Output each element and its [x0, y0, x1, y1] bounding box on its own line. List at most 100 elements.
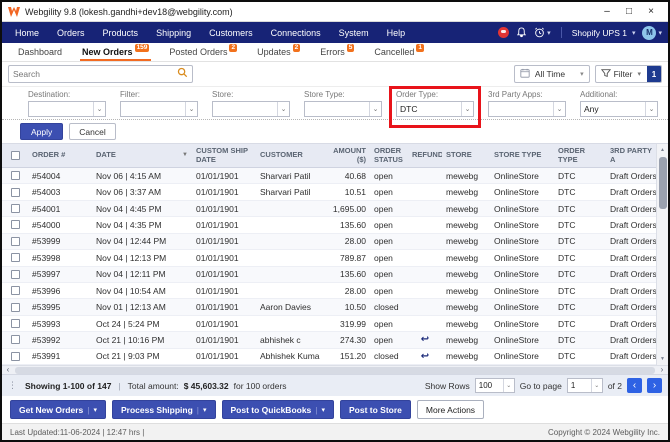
apply-button[interactable]: Apply — [20, 123, 63, 140]
filter-label: Order Type: — [396, 90, 474, 99]
cell-third-party: Draft Orders — [606, 335, 656, 345]
header-refund[interactable]: REFUND — [408, 151, 442, 160]
filter-select[interactable]: Any ⌄ — [580, 101, 658, 117]
menu-item[interactable]: System — [330, 22, 378, 43]
row-checkbox[interactable] — [11, 319, 20, 328]
header-third-party[interactable]: 3RD PARTY A — [606, 147, 656, 164]
cell-store: mewebg — [442, 269, 490, 279]
search-box[interactable] — [8, 65, 193, 83]
cell-date: Oct 21 | 9:03 PM — [92, 351, 192, 361]
store-selector-dropdown[interactable]: Shopify UPS 1 ▾ — [572, 28, 636, 38]
cell-ship-date: 01/01/1901 — [192, 253, 256, 263]
row-checkbox[interactable] — [11, 188, 20, 197]
menu-item[interactable]: Connections — [262, 22, 330, 43]
scroll-up-icon[interactable]: ▲ — [657, 144, 669, 156]
horizontal-scrollbar[interactable]: ‹ › — [2, 365, 668, 374]
header-status[interactable]: ORDER STATUS — [370, 147, 408, 164]
menu-item[interactable]: Customers — [200, 22, 262, 43]
header-ship-date[interactable]: CUSTOM SHIP DATE — [192, 147, 256, 164]
user-avatar-menu[interactable]: M ▾ — [642, 26, 662, 40]
close-button[interactable]: × — [640, 3, 662, 21]
scheduler-clock-icon[interactable]: ▾ — [534, 27, 551, 38]
menu-item[interactable]: Shipping — [147, 22, 200, 43]
table-row[interactable]: #53996 Nov 04 | 10:54 AM 01/01/1901 28.0… — [2, 283, 656, 299]
header-amount[interactable]: AMOUNT ($) — [320, 147, 370, 164]
table-row[interactable]: #53993 Oct 24 | 5:24 PM 01/01/1901 319.9… — [2, 316, 656, 332]
table-row[interactable]: #53999 Nov 04 | 12:44 PM 01/01/1901 28.0… — [2, 234, 656, 250]
table-row[interactable]: #54001 Nov 04 | 4:45 PM 01/01/1901 1,695… — [2, 201, 656, 217]
header-store-type[interactable]: STORE TYPE — [490, 151, 554, 160]
filter-select[interactable]: ⌄ — [28, 101, 106, 117]
action-button[interactable]: Get New Orders | ▾ — [10, 400, 106, 419]
scroll-down-icon[interactable]: ▼ — [657, 353, 669, 365]
next-page-button[interactable]: › — [647, 378, 662, 393]
tab[interactable]: Updates 2 — [247, 43, 310, 61]
header-customer[interactable]: CUSTOMER — [256, 151, 320, 160]
tab[interactable]: New Orders 159 — [72, 43, 159, 61]
menu-item[interactable]: Orders — [48, 22, 94, 43]
tab[interactable]: Errors 5 — [310, 43, 364, 61]
date-range-dropdown[interactable]: All Time ▾ — [514, 65, 590, 83]
row-checkbox[interactable] — [11, 335, 20, 344]
action-button[interactable]: More Actions | ▾ — [417, 400, 484, 419]
select-all-checkbox[interactable] — [11, 151, 20, 160]
action-button[interactable]: Post to Store | ▾ — [340, 400, 411, 419]
notifications-bell-icon[interactable] — [516, 27, 527, 38]
filter-button-label: Filter — [614, 69, 633, 79]
filter-button[interactable]: Filter ▾ 1 — [595, 65, 662, 83]
table-row[interactable]: #54003 Nov 06 | 3:37 AM 01/01/1901 Sharv… — [2, 184, 656, 200]
previous-page-button[interactable]: ‹ — [627, 378, 642, 393]
tab[interactable]: Posted Orders 2 — [159, 43, 247, 61]
search-input[interactable] — [13, 69, 177, 79]
cell-amount: 10.50 — [320, 302, 370, 312]
row-checkbox[interactable] — [11, 237, 20, 246]
minimize-button[interactable]: – — [596, 3, 618, 21]
search-icon[interactable] — [177, 65, 188, 83]
row-checkbox[interactable] — [11, 253, 20, 262]
filter-select[interactable]: ⌄ — [304, 101, 382, 117]
row-checkbox[interactable] — [11, 204, 20, 213]
table-row[interactable]: #53998 Nov 04 | 12:13 PM 01/01/1901 789.… — [2, 250, 656, 266]
row-checkbox[interactable] — [11, 220, 20, 229]
row-checkbox[interactable] — [11, 171, 20, 180]
menu-item[interactable]: Help — [378, 22, 415, 43]
vertical-scroll-thumb[interactable] — [659, 157, 667, 209]
header-order-type[interactable]: ORDER TYPE — [554, 147, 606, 164]
menu-item[interactable]: Products — [94, 22, 148, 43]
filter-select[interactable]: ⌄ — [120, 101, 198, 117]
filter-select[interactable]: ⌄ — [488, 101, 566, 117]
tab[interactable]: Cancelled 1 — [364, 43, 434, 61]
cell-ship-date: 01/01/1901 — [192, 286, 256, 296]
alerts-icon[interactable] — [498, 27, 509, 38]
sort-desc-icon[interactable]: ▼ — [182, 152, 188, 159]
row-checkbox[interactable] — [11, 352, 20, 361]
maximize-button[interactable]: □ — [618, 3, 640, 21]
goto-page-select[interactable]: 1 ⌄ — [567, 378, 603, 393]
table-row[interactable]: #53997 Nov 04 | 12:11 PM 01/01/1901 135.… — [2, 267, 656, 283]
row-checkbox[interactable] — [11, 270, 20, 279]
table-row[interactable]: #54004 Nov 06 | 4:15 AM 01/01/1901 Sharv… — [2, 168, 656, 184]
cell-order-type: DTC — [554, 335, 606, 345]
header-date[interactable]: DATE ▼ — [92, 151, 192, 160]
row-checkbox[interactable] — [11, 286, 20, 295]
tab[interactable]: Dashboard — [8, 43, 72, 61]
vertical-scrollbar[interactable]: ▲ ▼ — [656, 144, 668, 365]
cell-store-type: OnlineStore — [490, 286, 554, 296]
table-row[interactable]: #53991 Oct 21 | 9:03 PM 01/01/1901 Abhis… — [2, 349, 656, 365]
menu-item[interactable]: Home — [6, 22, 48, 43]
horizontal-scroll-thumb[interactable] — [15, 367, 655, 374]
filter-select[interactable]: DTC ⌄ — [396, 101, 474, 117]
table-row[interactable]: #53992 Oct 21 | 10:16 PM 01/01/1901 abhi… — [2, 332, 656, 348]
cell-date: Nov 06 | 3:37 AM — [92, 187, 192, 197]
filter-select[interactable]: ⌄ — [212, 101, 290, 117]
cell-customer: Sharvari Patil — [256, 171, 320, 181]
header-order[interactable]: ORDER # — [28, 151, 92, 160]
action-button[interactable]: Process Shipping | ▾ — [112, 400, 216, 419]
table-row[interactable]: #53995 Nov 01 | 12:13 AM 01/01/1901 Aaro… — [2, 299, 656, 315]
show-rows-select[interactable]: 100 ⌄ — [475, 378, 515, 393]
cancel-button[interactable]: Cancel — [69, 123, 115, 140]
table-row[interactable]: #54000 Nov 04 | 4:35 PM 01/01/1901 135.6… — [2, 217, 656, 233]
header-store[interactable]: STORE — [442, 151, 490, 160]
action-button[interactable]: Post to QuickBooks | ▾ — [222, 400, 335, 419]
row-checkbox[interactable] — [11, 303, 20, 312]
